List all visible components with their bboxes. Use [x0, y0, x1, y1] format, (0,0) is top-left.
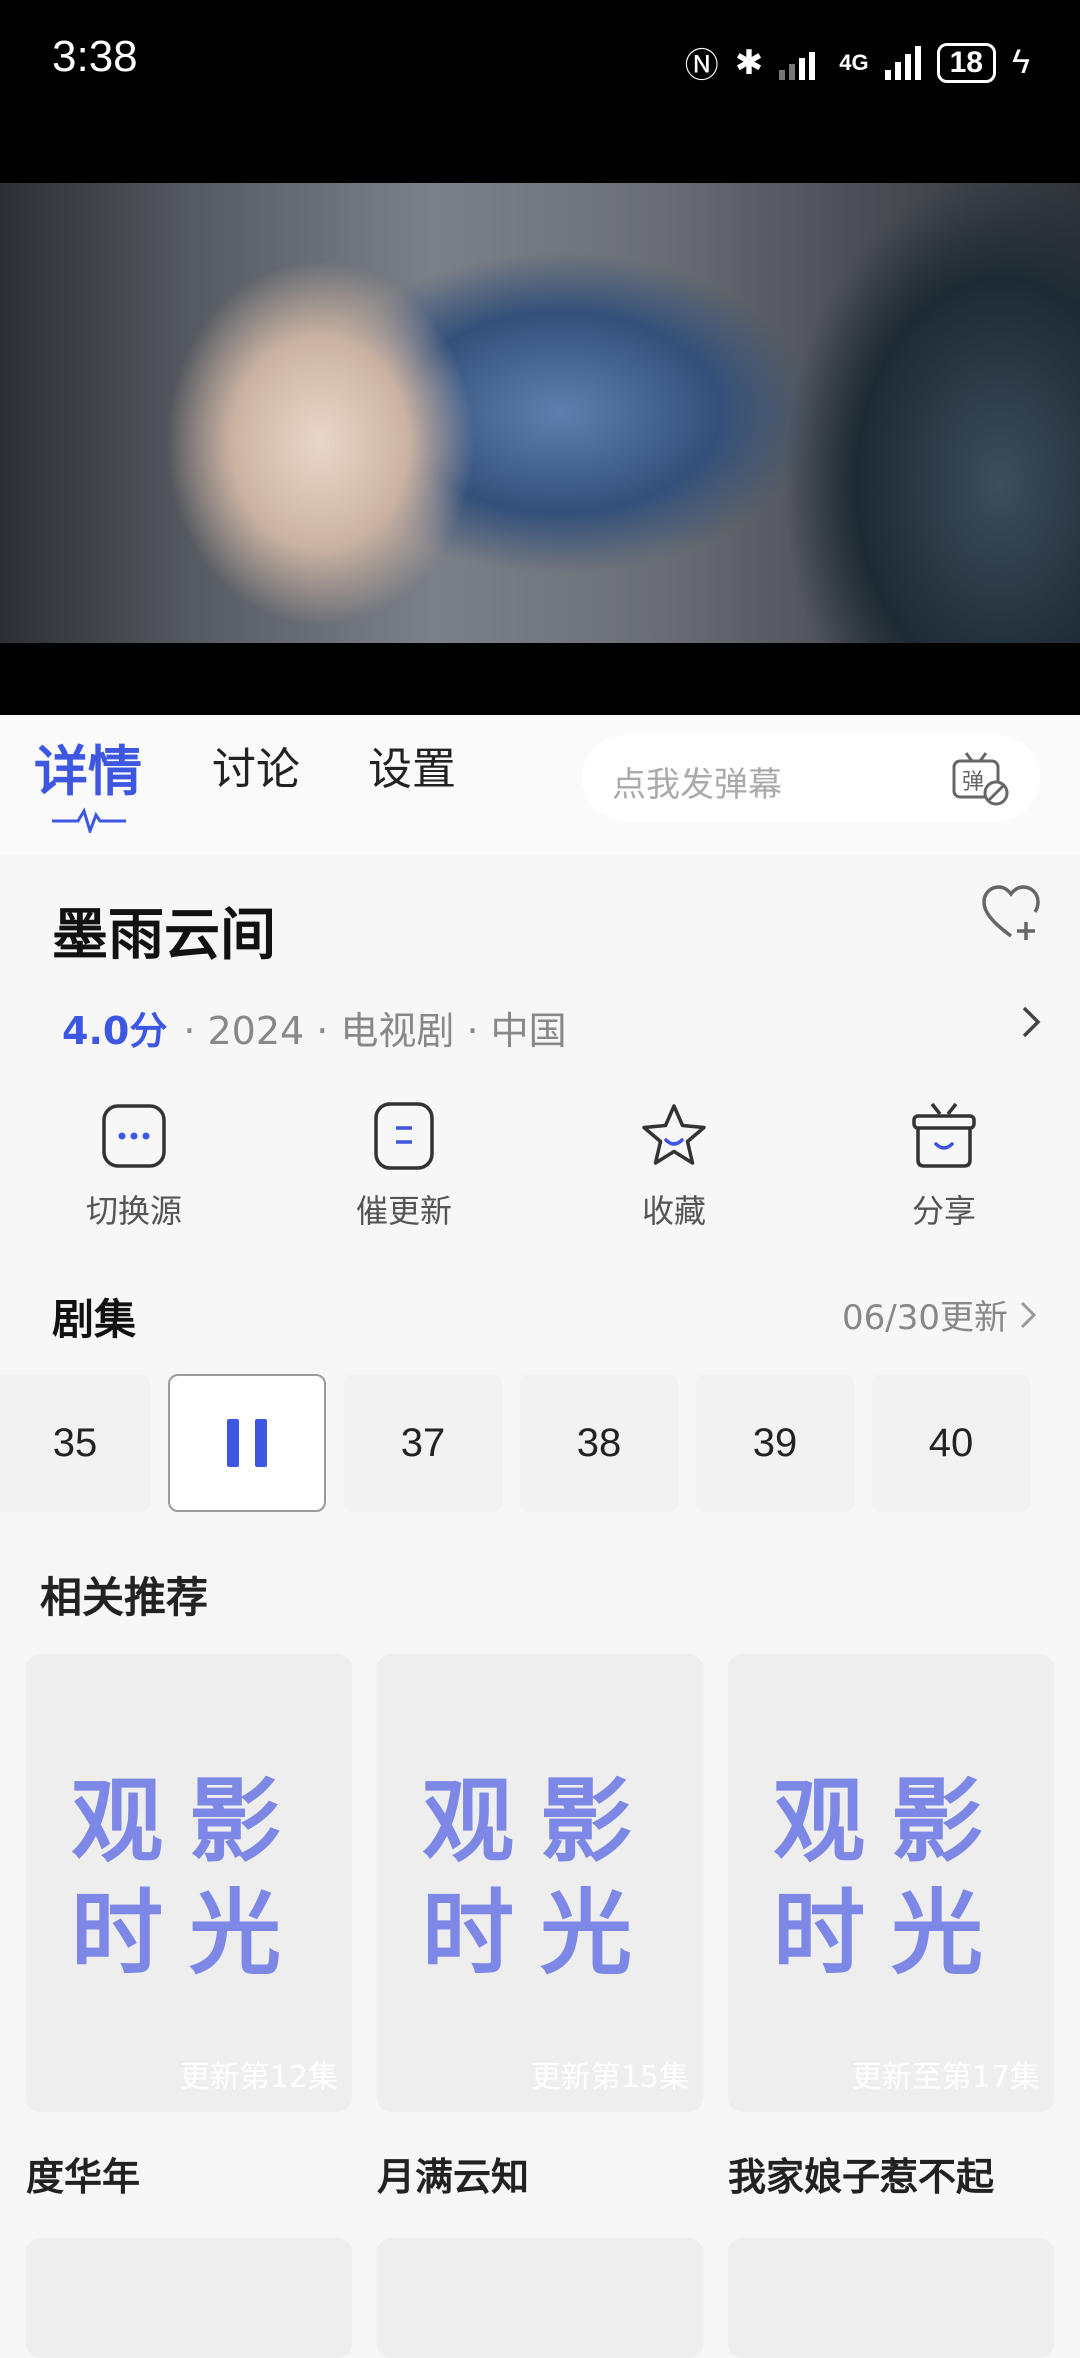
recommend-card[interactable]: 观影时光 更新至第17集 我家娘子惹不起 — [728, 1654, 1054, 2201]
episode-item[interactable]: 38 — [520, 1374, 678, 1512]
tab-details[interactable]: 详情 — [34, 727, 142, 806]
chevron-right-icon[interactable] — [1016, 1002, 1046, 1042]
switch-source-icon — [102, 1104, 166, 1168]
nfc-icon: Ⓝ — [684, 47, 719, 85]
episode-item[interactable]: 39 — [696, 1374, 854, 1512]
share-button[interactable]: 分享 — [854, 1100, 1034, 1232]
episode-item[interactable]: 35 — [0, 1374, 150, 1512]
status-bar: 3:38 Ⓝ ✱ 4G 18 ϟ — [0, 0, 1080, 183]
charging-icon: ϟ — [1012, 43, 1030, 81]
star-icon — [642, 1104, 706, 1165]
update-badge: 更新至第17集 — [851, 2060, 1040, 2095]
network-type: 4G — [839, 49, 869, 75]
urge-update-icon — [374, 1102, 434, 1170]
show-info: · 2024 · 电视剧 · 中国 — [183, 1009, 567, 1053]
episode-number: 40 — [928, 1420, 974, 1465]
danmaku-toggle-icon[interactable]: 弹 — [950, 749, 1010, 807]
tab-settings[interactable]: 设置 — [368, 733, 456, 797]
share-icon — [912, 1102, 976, 1168]
update-badge: 更新第12集 — [179, 2060, 338, 2095]
share-label: 分享 — [911, 1192, 976, 1230]
tab-discussion[interactable]: 讨论 — [212, 733, 300, 797]
action-bar: 切换源 催更新 收藏 分享 — [0, 1100, 1080, 1240]
battery-indicator: 18 — [936, 42, 996, 83]
show-title: 墨雨云间 — [52, 903, 276, 968]
follow-heart-icon[interactable] — [978, 880, 1044, 946]
poster-placeholder-text: 观影时光 — [421, 1768, 658, 1987]
update-badge: 更新第15集 — [530, 2060, 689, 2095]
status-icons: Ⓝ ✱ 4G 18 ϟ — [685, 38, 1030, 87]
status-time: 3:38 — [52, 32, 138, 81]
tabs-row: 详情 讨论 设置 点我发弹幕 弹 — [0, 715, 1080, 855]
episode-number: 37 — [400, 1420, 446, 1465]
episode-number: 38 — [576, 1420, 622, 1465]
danmaku-placeholder: 点我发弹幕 — [612, 765, 782, 805]
pause-icon — [227, 1419, 267, 1467]
signal-icon — [779, 51, 816, 80]
recommend-card-title: 月满云知 — [377, 2155, 530, 2199]
switch-source-button[interactable]: 切换源 — [44, 1100, 224, 1232]
recommend-card-partial[interactable] — [728, 2238, 1054, 2358]
urge-update-button[interactable]: 催更新 — [314, 1100, 494, 1232]
recommend-card-title: 我家娘子惹不起 — [728, 2155, 995, 2199]
episodes-update-link[interactable]: 06/30更新 — [842, 1290, 1040, 1339]
collect-button[interactable]: 收藏 — [584, 1100, 764, 1232]
episode-number: 39 — [752, 1420, 798, 1465]
recommend-title: 相关推荐 — [40, 1573, 209, 1622]
episodes-title: 剧集 — [52, 1295, 137, 1344]
battery-level: 18 — [949, 45, 983, 79]
recommend-card[interactable]: 观影时光 更新第15集 月满云知 — [377, 1654, 703, 2201]
episode-item[interactable]: 40 — [872, 1374, 1030, 1512]
collect-label: 收藏 — [641, 1192, 706, 1230]
switch-source-label: 切换源 — [85, 1192, 182, 1230]
tab-active-indicator — [52, 807, 126, 833]
video-player[interactable] — [0, 183, 1080, 643]
video-bottom-bar — [0, 643, 1080, 715]
danmaku-input[interactable]: 点我发弹幕 弹 — [582, 735, 1040, 821]
bluetooth-icon: ✱ — [734, 43, 764, 82]
episode-item-playing[interactable] — [168, 1374, 326, 1512]
recommend-card-partial[interactable] — [26, 2238, 352, 2358]
signal-icon-2 — [884, 45, 921, 80]
show-meta[interactable]: 4.0分 · 2024 · 电视剧 · 中国 — [62, 1000, 567, 1055]
svg-text:弹: 弹 — [962, 770, 984, 795]
episode-list[interactable]: 35 37 38 39 40 — [0, 1374, 1080, 1514]
chevron-right-icon — [1020, 1301, 1037, 1328]
episodes-update-text: 06/30更新 — [842, 1298, 1008, 1338]
recommend-card[interactable]: 观影时光 更新第12集 度华年 — [26, 1654, 352, 2201]
recommend-poster: 观影时光 更新第12集 — [26, 1654, 352, 2112]
recommend-poster: 观影时光 更新第15集 — [377, 1654, 703, 2112]
recommend-card-title: 度华年 — [26, 2155, 141, 2199]
show-score: 4.0分 — [62, 1009, 168, 1053]
episode-number: 35 — [52, 1420, 98, 1465]
urge-update-label: 催更新 — [355, 1192, 452, 1230]
recommend-poster: 观影时光 更新至第17集 — [728, 1654, 1054, 2112]
episode-item[interactable]: 37 — [344, 1374, 502, 1512]
poster-placeholder-text: 观影时光 — [70, 1768, 307, 1987]
poster-placeholder-text: 观影时光 — [772, 1768, 1009, 1987]
recommend-card-partial[interactable] — [377, 2238, 703, 2358]
